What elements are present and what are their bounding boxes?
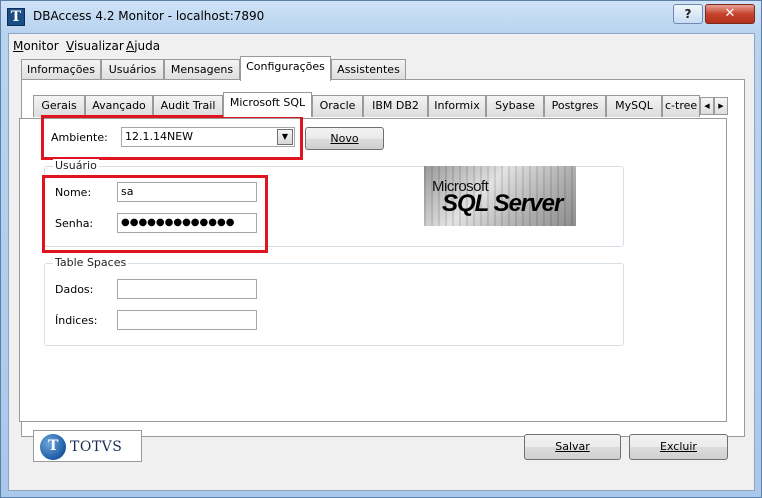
salvar-button[interactable]: Salvar [524, 434, 621, 460]
senha-input[interactable]: ●●●●●●●●●●●●● [117, 213, 257, 233]
tab-audit-trail[interactable]: Audit Trail [153, 95, 223, 117]
ambiente-combobox[interactable]: 12.1.14NEW ▼ [121, 127, 295, 147]
tab-scroll-left-icon[interactable]: ◀ [700, 97, 714, 115]
indices-label: Índices: [55, 314, 98, 327]
tab-microsoft-sql[interactable]: Microsoft SQL [223, 92, 312, 117]
title-bar[interactable]: T DBAccess 4.2 Monitor - localhost:7890 … [1, 1, 761, 31]
window-title: DBAccess 4.2 Monitor - localhost:7890 [33, 9, 265, 23]
menu-visualizar[interactable]: Visualizar [66, 39, 124, 53]
menu-monitor[interactable]: Monitor [13, 39, 59, 53]
sql-server-logo: Microsoft SQL Server [424, 166, 576, 226]
nome-label: Nome: [55, 186, 92, 199]
app-icon: T [7, 8, 25, 26]
tab-mensagens[interactable]: Mensagens [164, 59, 240, 81]
usuario-group-title: Usuário [53, 159, 99, 172]
totvs-brand-text: TOTVS [70, 439, 123, 455]
tab-assistentes[interactable]: Assistentes [331, 59, 406, 81]
tab-usuarios[interactable]: Usuários [101, 59, 164, 81]
tab-mysql[interactable]: MySQL [606, 95, 662, 117]
help-button[interactable]: ? [673, 4, 703, 24]
logo-sql-server-text: SQL Server [442, 190, 563, 217]
close-button[interactable]: ✕ [705, 4, 755, 24]
tab-scroll-right-icon[interactable]: ▶ [714, 97, 728, 115]
ambiente-value: 12.1.14NEW [125, 130, 194, 143]
tab-informix[interactable]: Informix [428, 95, 486, 117]
tab-gerais[interactable]: Gerais [33, 95, 85, 117]
tab-configuracoes[interactable]: Configurações [240, 56, 331, 81]
senha-label: Senha: [55, 217, 94, 230]
table-spaces-group [44, 263, 624, 346]
ambiente-label: Ambiente: [51, 131, 108, 144]
dados-input[interactable] [117, 279, 257, 299]
client-area: Monitor Visualizar Ajuda Informações Usu… [8, 33, 755, 491]
app-window: T DBAccess 4.2 Monitor - localhost:7890 … [0, 0, 762, 498]
dados-label: Dados: [55, 283, 94, 296]
totvs-logo: T TOTVS [33, 430, 142, 462]
tab-sybase[interactable]: Sybase [486, 95, 544, 117]
tab-informacoes[interactable]: Informações [21, 59, 101, 81]
excluir-button[interactable]: Excluir [629, 434, 728, 460]
tab-ibm-db2[interactable]: IBM DB2 [363, 95, 428, 117]
tab-oracle[interactable]: Oracle [312, 95, 363, 117]
menu-ajuda[interactable]: Ajuda [126, 39, 160, 53]
nome-input[interactable]: sa [117, 182, 257, 202]
tab-postgres[interactable]: Postgres [544, 95, 606, 117]
tab-c-tree[interactable]: c-tree [662, 95, 700, 117]
indices-input[interactable] [117, 310, 257, 330]
table-spaces-group-title: Table Spaces [53, 256, 129, 269]
dropdown-arrow-icon[interactable]: ▼ [277, 129, 293, 145]
tab-avancado[interactable]: Avançado [85, 95, 153, 117]
novo-button[interactable]: Novo [305, 127, 384, 150]
